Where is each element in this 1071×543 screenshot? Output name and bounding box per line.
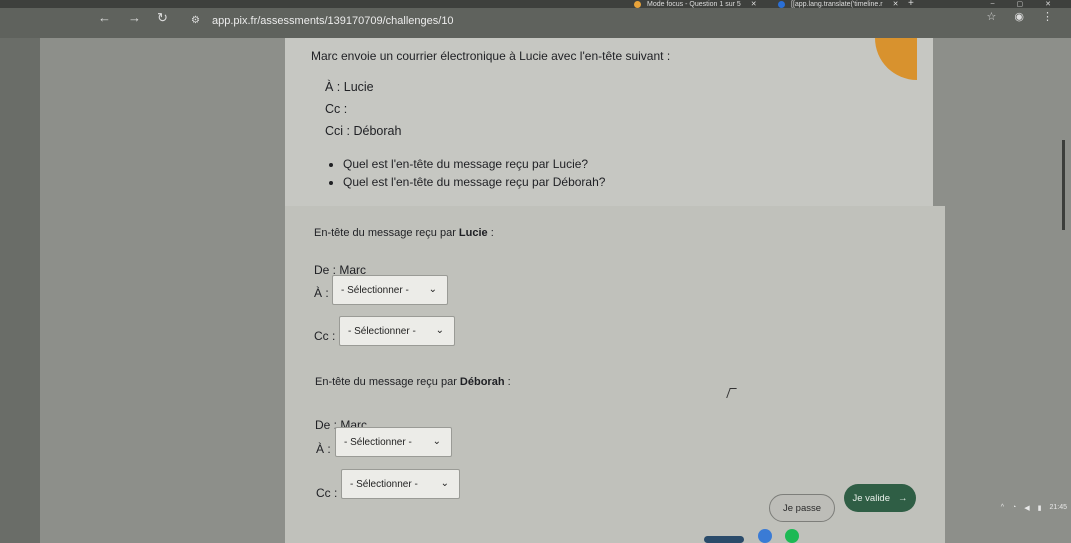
- chrome-taskbar-icon[interactable]: [758, 529, 772, 543]
- volume-icon: ◀: [1024, 505, 1030, 512]
- deborah-to-label: À :: [316, 442, 331, 456]
- close-tab-icon[interactable]: ✕: [893, 0, 899, 8]
- site-info-icon[interactable]: ⚙: [191, 15, 200, 26]
- header-line-to: À : Lucie: [325, 80, 374, 94]
- chevron-down-icon: ⌄: [432, 436, 441, 447]
- maximize-button[interactable]: ▢: [1017, 0, 1024, 8]
- address-bar[interactable]: app.pix.fr/assessments/139170709/challen…: [212, 15, 454, 27]
- battery-icon: ▮: [1037, 505, 1042, 512]
- validate-label: Je valide: [852, 492, 891, 504]
- forward-icon[interactable]: →: [128, 10, 141, 25]
- chevron-down-icon: ⌄: [428, 284, 437, 295]
- label-suffix: :: [507, 376, 511, 388]
- bookmark-star-icon[interactable]: ☆: [987, 10, 997, 23]
- skip-button[interactable]: Je passe: [769, 494, 835, 522]
- deborah-to-select[interactable]: - Sélectionner - ⌄: [335, 427, 452, 457]
- question-intro: Marc envoie un courrier électronique à L…: [311, 49, 671, 63]
- deborah-section-label: En-tête du message reçu par Déborah :: [315, 376, 511, 388]
- label-prefix: En-tête du message reçu par: [314, 227, 456, 239]
- label-suffix: :: [490, 227, 494, 239]
- lucie-section-label: En-tête du message reçu par Lucie :: [314, 227, 494, 239]
- browser-window: Mode focus - Question 1 sur 5 ✕ [[app.la…: [0, 0, 1071, 543]
- tab-strip: Mode focus - Question 1 sur 5 ✕ [[app.la…: [0, 0, 1071, 9]
- profile-icon[interactable]: ◉: [1014, 10, 1024, 23]
- chevron-up-icon[interactable]: ^: [1001, 504, 1004, 512]
- menu-icon[interactable]: ⋮: [1042, 10, 1053, 23]
- question-item: Quel est l'en-tête du message reçu par D…: [343, 173, 605, 191]
- reload-icon[interactable]: ↻: [157, 10, 168, 26]
- browser-toolbar: ← → ↻ ⚙ app.pix.fr/assessments/139170709…: [0, 8, 1071, 38]
- select-value: - Sélectionner -: [348, 325, 416, 337]
- minimize-button[interactable]: –: [991, 0, 995, 8]
- scrollbar[interactable]: [1062, 140, 1065, 230]
- label-name: Lucie: [458, 227, 488, 239]
- pix-favicon-icon: [634, 0, 641, 8]
- deborah-cc-label: Cc :: [316, 486, 338, 500]
- taskbar-item[interactable]: [704, 536, 744, 543]
- header-line-bcc: Cci : Déborah: [325, 124, 402, 138]
- chevron-down-icon: ⌄: [440, 478, 449, 489]
- tab-title: Mode focus - Question 1 sur 5: [647, 0, 741, 8]
- close-tab-icon[interactable]: ✕: [751, 0, 757, 8]
- select-value: - Sélectionner -: [341, 284, 409, 296]
- lucie-to-label: À :: [314, 286, 329, 300]
- toolbar-actions: ☆ ◉ ⋮: [987, 10, 1053, 23]
- tab-title: [[app.lang.translate('timeline.r: [791, 0, 883, 8]
- lucie-cc-select[interactable]: - Sélectionner - ⌄: [339, 316, 455, 346]
- label-prefix: En-tête du message reçu par: [315, 376, 457, 388]
- tab-other[interactable]: [[app.lang.translate('timeline.r ✕: [778, 0, 898, 8]
- window-controls: – ▢ ✕: [991, 0, 1051, 8]
- system-tray: ^ ◔ ◀ ▮ 21:45: [1001, 504, 1067, 512]
- question-item: Quel est l'en-tête du message reçu par L…: [343, 155, 605, 173]
- deborah-cc-select[interactable]: - Sélectionner - ⌄: [341, 469, 460, 499]
- spotify-taskbar-icon[interactable]: [785, 529, 799, 543]
- select-value: - Sélectionner -: [350, 478, 418, 490]
- header-line-cc: Cc :: [325, 102, 348, 116]
- validate-button[interactable]: Je valide →: [844, 484, 916, 512]
- lucie-cc-label: Cc :: [314, 329, 336, 343]
- wifi-icon: ◔: [1011, 504, 1017, 511]
- arrow-right-icon: →: [898, 492, 908, 504]
- select-value: - Sélectionner -: [344, 436, 412, 448]
- site-favicon-icon: [778, 0, 785, 8]
- close-window-button[interactable]: ✕: [1045, 0, 1051, 8]
- back-icon[interactable]: ←: [98, 10, 111, 25]
- question-list: Quel est l'en-tête du message reçu par L…: [315, 155, 605, 191]
- label-name: Déborah: [459, 376, 505, 388]
- lucie-to-select[interactable]: - Sélectionner - ⌄: [332, 275, 448, 305]
- tab-question[interactable]: Mode focus - Question 1 sur 5 ✕: [634, 0, 757, 8]
- clock: 21:45: [1049, 504, 1067, 511]
- chevron-down-icon: ⌄: [435, 325, 444, 336]
